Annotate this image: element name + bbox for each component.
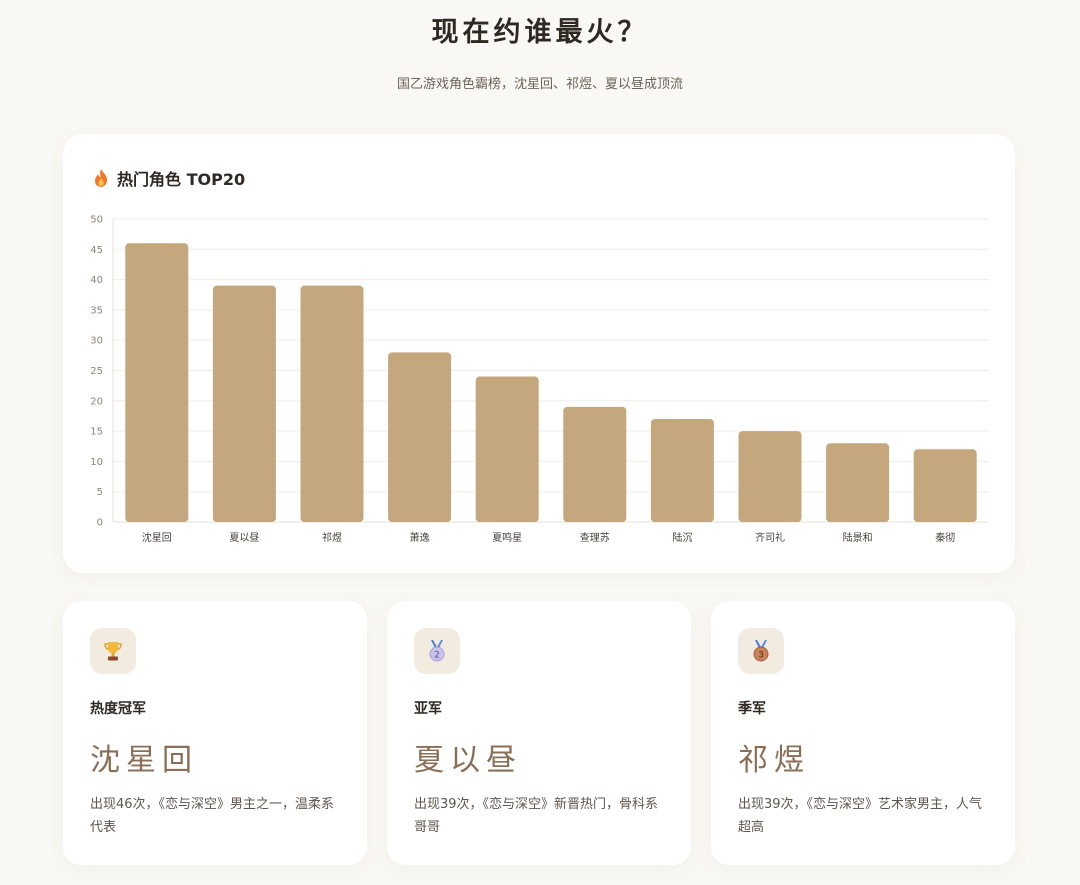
third-place-card: 3 季军 祁煜 出现39次，《恋与深空》艺术家男主，人气超高 [711, 601, 1015, 865]
y-tick-label: 0 [97, 518, 103, 529]
bar-chart: 0 5 10 15 20 25 30 35 40 45 50 沈星回 夏以昼 祁煜 萧逸 夏鸣星 查理苏 陆沉 齐司… [90, 215, 989, 544]
silver-medal-badge: 2 [414, 628, 460, 674]
bar [563, 406, 627, 522]
champion-card: 热度冠军 沈星回 出现46次，《恋与深空》男主之一，温柔系代表 [63, 601, 367, 865]
bar [388, 352, 452, 522]
character-name: 夏以昼 [414, 743, 522, 778]
x-tick-label: 夏以昼 [229, 532, 259, 544]
chart-title: 热门角色 TOP20 [117, 170, 246, 189]
character-description: 出现39次，《恋与深空》新晋热门，骨科系哥哥 [414, 797, 659, 835]
bar [475, 376, 539, 522]
trophy-badge [90, 628, 136, 674]
x-tick-label: 查理苏 [580, 531, 610, 544]
y-tick-label: 10 [90, 457, 103, 468]
page-subtitle: 国乙游戏角色霸榜，沈星回、祁煜、夏以昼成顶流 [396, 77, 683, 92]
y-tick-label: 40 [90, 275, 103, 286]
x-tick-label: 夏鸣星 [492, 531, 522, 544]
character-name: 沈星回 [90, 743, 198, 778]
y-tick-label: 25 [90, 366, 103, 377]
fire-icon [95, 169, 108, 187]
y-tick-label: 45 [90, 245, 103, 256]
y-tick-label: 20 [90, 396, 103, 407]
medal-number: 3 [758, 651, 764, 661]
bar [738, 431, 802, 522]
bronze-medal-badge: 3 [738, 628, 784, 674]
y-tick-label: 50 [90, 215, 103, 226]
character-description: 出现46次，《恋与深空》男主之一，温柔系代表 [90, 797, 335, 835]
bar [300, 285, 364, 522]
bar [125, 243, 189, 522]
x-tick-label: 陆景和 [843, 531, 873, 544]
x-tick-label: 齐司礼 [755, 531, 785, 544]
chart-header: 热门角色 TOP20 [92, 166, 245, 190]
rank-label: 亚军 [414, 701, 442, 717]
bar [212, 285, 276, 522]
x-tick-label: 秦彻 [935, 531, 955, 544]
y-tick-label: 5 [97, 487, 103, 498]
x-tick-label: 沈星回 [142, 531, 172, 544]
page: 现在约谁最火？ 国乙游戏角色霸榜，沈星回、祁煜、夏以昼成顶流 0 5 10 15 20 2… [0, 0, 1080, 885]
character-description: 出现39次，《恋与深空》艺术家男主，人气超高 [738, 797, 983, 835]
rank-label: 季军 [738, 701, 766, 717]
chart-card: 0 5 10 15 20 25 30 35 40 45 50 沈星回 夏以昼 祁煜 萧逸 夏鸣星 查理苏 陆沉 齐司… [63, 134, 1015, 573]
bronze-medal-icon: 3 [753, 640, 769, 662]
y-tick-label: 15 [90, 427, 103, 438]
silver-medal-icon: 2 [429, 640, 445, 662]
bar [913, 449, 977, 522]
y-tick-label: 35 [90, 305, 103, 316]
x-tick-label: 陆沉 [672, 531, 692, 544]
bar [650, 418, 714, 522]
x-tick-label: 祁煜 [322, 531, 342, 544]
x-tick-label: 萧逸 [410, 532, 430, 544]
y-tick-label: 30 [90, 336, 103, 347]
bar [826, 443, 890, 522]
page-title: 现在约谁最火？ [431, 17, 649, 48]
runner-up-card: 2 亚军 夏以昼 出现39次，《恋与深空》新晋热门，骨科系哥哥 [387, 601, 691, 865]
rank-label: 热度冠军 [90, 701, 146, 717]
trophy-icon [104, 642, 122, 661]
medal-number: 2 [434, 651, 440, 661]
character-name: 祁煜 [738, 743, 810, 778]
